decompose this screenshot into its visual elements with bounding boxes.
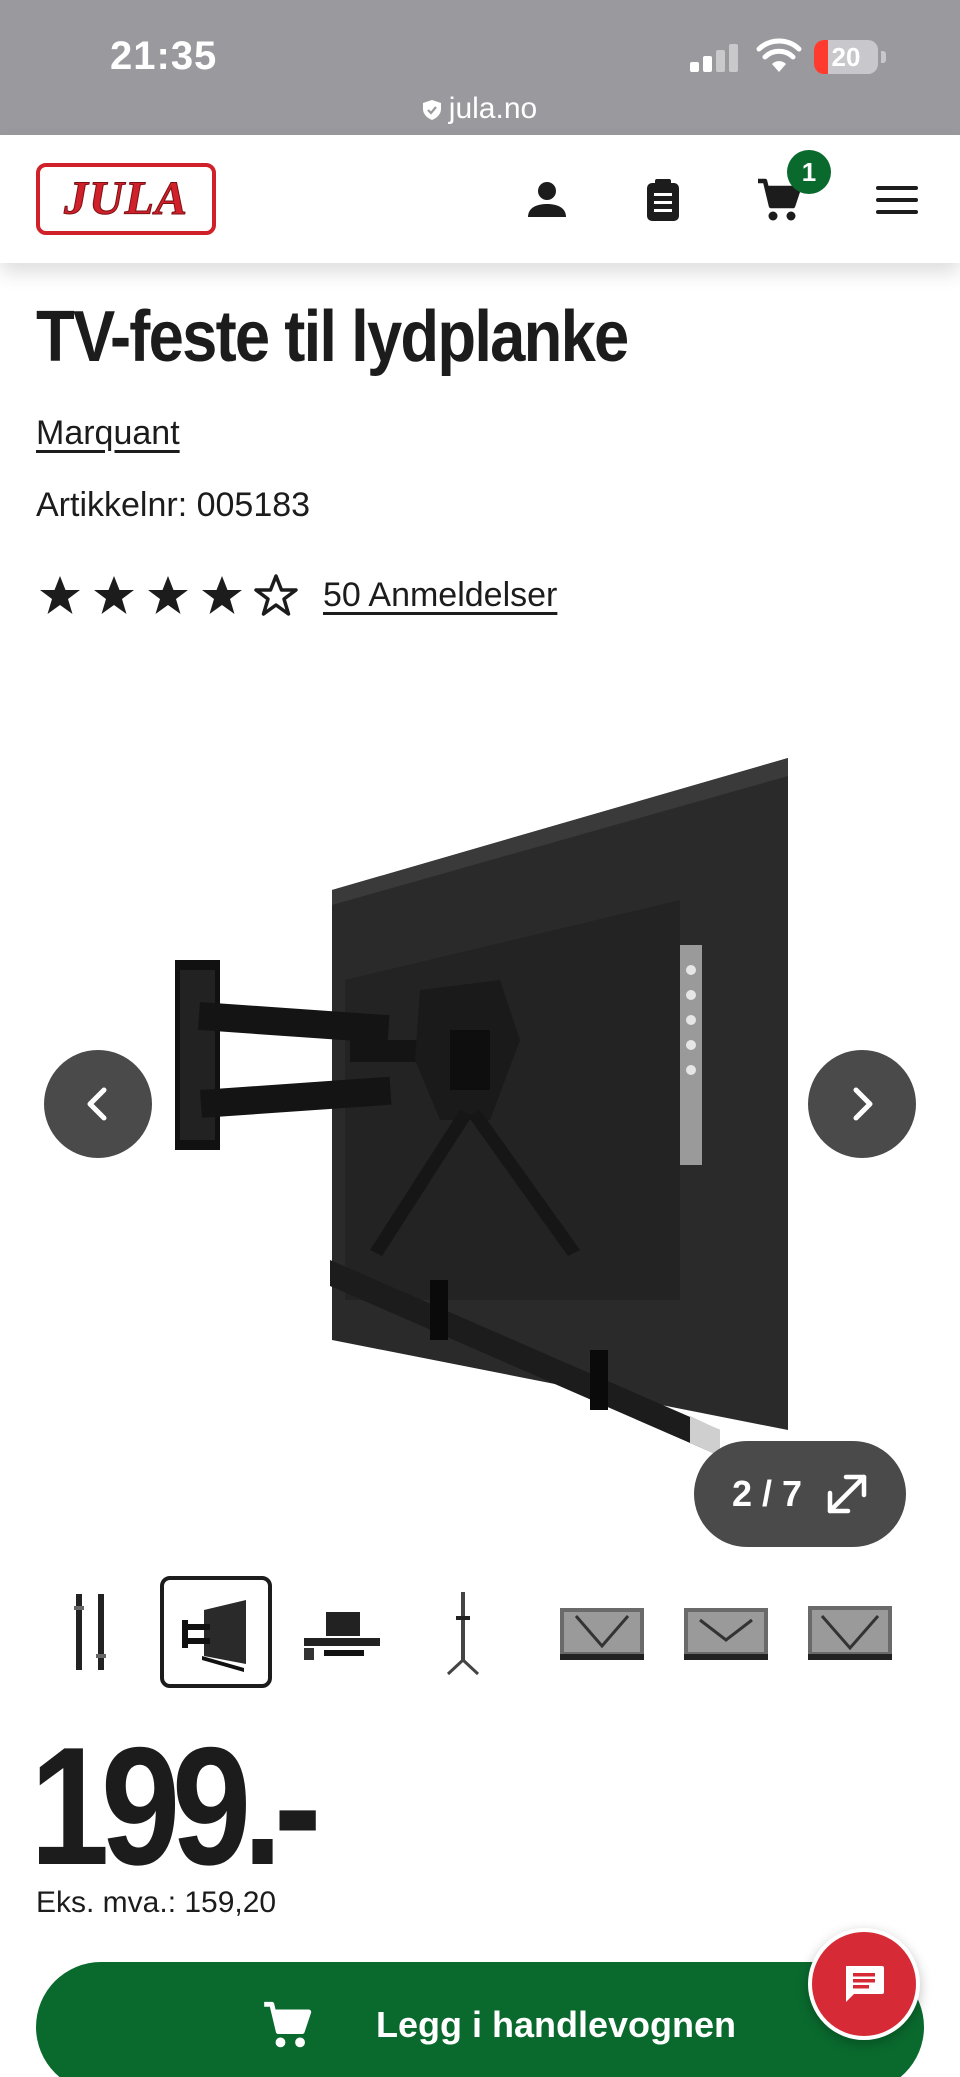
- jula-logo[interactable]: JULA: [36, 163, 216, 235]
- reviews-link[interactable]: 50 Anmeldelser: [323, 576, 557, 615]
- gallery-prev-button[interactable]: [44, 1050, 152, 1158]
- clock: 21:35: [110, 34, 218, 78]
- thumbnail-5[interactable]: [546, 1576, 658, 1688]
- thumbnail-strip: [36, 1576, 926, 1688]
- chevron-left-icon: [87, 1087, 107, 1121]
- battery-icon: 20: [814, 40, 878, 74]
- star-filled-icon: [202, 576, 242, 614]
- product-image[interactable]: [160, 740, 800, 1460]
- gallery-counter-fullscreen-button[interactable]: 2 / 7: [694, 1441, 906, 1547]
- price-ex-vat: Eks. mva.: 159,20: [36, 1886, 277, 1919]
- add-to-cart-button[interactable]: Legg i handlevognen: [36, 1962, 924, 2077]
- user-icon[interactable]: [524, 177, 570, 223]
- star-filled-icon: [148, 576, 188, 614]
- rating-stars[interactable]: [38, 574, 298, 624]
- add-to-cart-label: Legg i handlevognen: [376, 2004, 737, 2045]
- brand-link[interactable]: Marquant: [36, 414, 180, 453]
- clipboard-icon[interactable]: [640, 177, 686, 223]
- menu-icon[interactable]: [874, 177, 920, 223]
- cart-count-badge: 1: [787, 150, 831, 194]
- product-title: TV-feste til lydplanke: [36, 297, 629, 377]
- shield-icon: [422, 100, 441, 120]
- chat-icon: [846, 1966, 884, 2002]
- chat-button[interactable]: [808, 1928, 920, 2040]
- thumbnail-3[interactable]: [284, 1576, 396, 1688]
- star-filled-icon: [94, 576, 134, 614]
- thumbnail-7[interactable]: [794, 1576, 906, 1688]
- url-text: jula.no: [448, 92, 538, 125]
- url-bar[interactable]: jula.no: [0, 92, 960, 126]
- star-empty-icon: [254, 574, 298, 616]
- status-bar: 21:35 20 jula.no: [0, 0, 960, 135]
- cart-icon: [264, 2001, 312, 2048]
- battery-level: 20: [831, 42, 861, 72]
- expand-icon: [827, 1474, 867, 1514]
- cellular-signal-icon: [690, 44, 742, 72]
- gallery-next-button[interactable]: [808, 1050, 916, 1158]
- article-number: Artikkelnr: 005183: [36, 486, 311, 524]
- price: 199.-: [30, 1712, 321, 1900]
- thumbnail-1[interactable]: [36, 1576, 148, 1688]
- star-filled-icon: [40, 576, 80, 614]
- wifi-icon: [756, 38, 802, 72]
- thumbnail-2[interactable]: [160, 1576, 272, 1688]
- thumbnail-6[interactable]: [670, 1576, 782, 1688]
- gallery-counter: 2 / 7: [732, 1473, 803, 1514]
- logo-text: JULA: [64, 172, 188, 226]
- chevron-right-icon: [853, 1087, 873, 1121]
- thumbnail-4[interactable]: [408, 1576, 520, 1688]
